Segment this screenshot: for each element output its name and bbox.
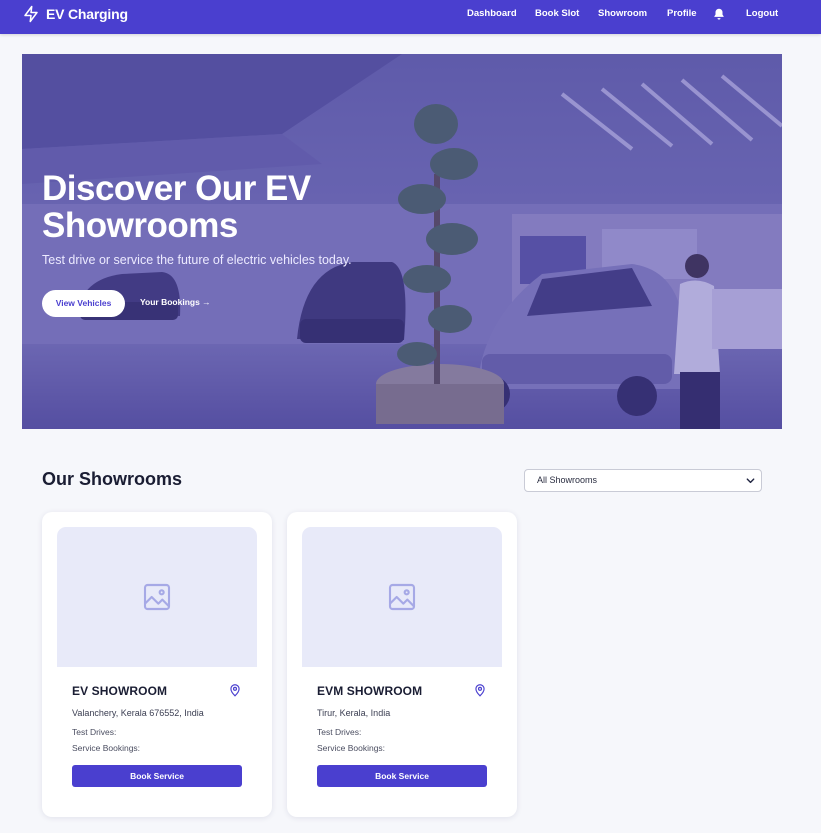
bell-icon[interactable] (712, 7, 726, 21)
nav-book-slot[interactable]: Book Slot (535, 8, 579, 19)
image-icon (388, 583, 416, 611)
book-service-button[interactable]: Book Service (72, 765, 242, 787)
hero-title: Discover Our EV Showrooms (42, 169, 311, 245)
nav-showroom[interactable]: Showroom (598, 8, 647, 19)
book-service-button[interactable]: Book Service (317, 765, 487, 787)
test-drives-label: Test Drives: (317, 727, 362, 737)
your-bookings-link[interactable]: Your Bookings → (140, 297, 211, 307)
hero-banner: Discover Our EV Showrooms Test drive or … (22, 54, 782, 429)
top-navbar: EV Charging Dashboard Book Slot Showroom… (0, 0, 821, 34)
showroom-name: EV SHOWROOM (72, 684, 168, 698)
showroom-address: Valanchery, Kerala 676552, India (72, 708, 204, 718)
showroom-image-placeholder (57, 527, 257, 667)
nav-profile[interactable]: Profile (667, 8, 697, 19)
nav-dashboard[interactable]: Dashboard (467, 8, 517, 19)
service-bookings-label: Service Bookings: (317, 743, 386, 753)
nav-links: Dashboard Book Slot Showroom Profile Log… (0, 8, 821, 26)
service-bookings-label: Service Bookings: (72, 743, 141, 753)
showroom-card: EV SHOWROOM Valanchery, Kerala 676552, I… (42, 512, 272, 817)
select-value: All Showrooms (537, 475, 598, 485)
hero-subtitle: Test drive or service the future of elec… (42, 253, 352, 267)
showroom-image-placeholder (302, 527, 502, 667)
chevron-down-icon (746, 478, 755, 484)
showroom-name: EVM SHOWROOM (317, 684, 423, 698)
section-title: Our Showrooms (42, 469, 183, 489)
showroom-card: EVM SHOWROOM Tirur, Kerala, India Test D… (287, 512, 517, 817)
showroom-filter-select[interactable]: All Showrooms (524, 469, 762, 492)
test-drives-label: Test Drives: (72, 727, 117, 737)
showroom-address: Tirur, Kerala, India (317, 708, 391, 718)
view-vehicles-button[interactable]: View Vehicles (42, 290, 125, 317)
nav-logout[interactable]: Logout (746, 8, 778, 19)
image-icon (143, 583, 171, 611)
map-pin-icon[interactable] (228, 683, 242, 697)
map-pin-icon[interactable] (473, 683, 487, 697)
